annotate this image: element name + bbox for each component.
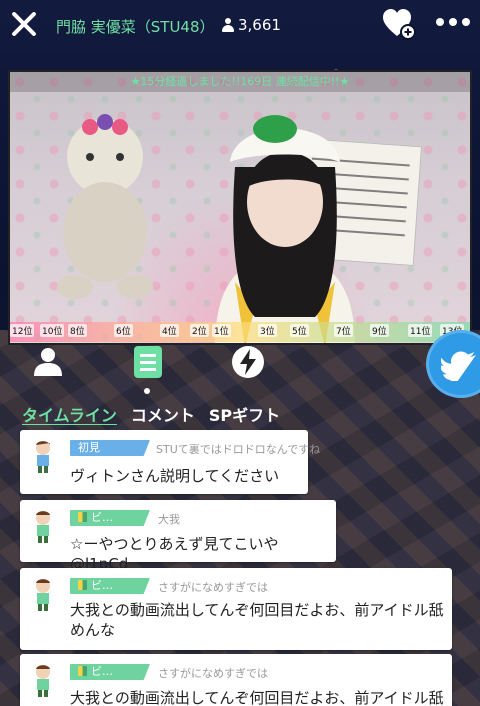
badge-label: ビ…: [91, 579, 113, 592]
rank-label: 9位: [370, 324, 389, 337]
comment-text: ヴィトンさん説明してください: [70, 467, 280, 485]
rank-label: 4位: [160, 324, 179, 337]
close-icon[interactable]: [10, 10, 38, 38]
rank-label: 1位: [212, 324, 231, 337]
rank-label: 2位: [190, 324, 209, 337]
badge-label: ビ…: [91, 665, 113, 678]
avatar: [36, 511, 50, 543]
beginner-leaf-icon: [78, 580, 87, 590]
comment-username: STUて裏ではドロドロなんですね: [156, 443, 321, 456]
rank-label: 5位: [290, 324, 309, 337]
avatar: [36, 665, 50, 697]
rank-label: 6位: [114, 324, 133, 337]
person-icon[interactable]: [30, 344, 66, 380]
comment-username: 大我: [158, 513, 180, 526]
rank-label: 12位: [10, 324, 35, 337]
beginner-leaf-icon: [78, 512, 87, 522]
comment-username: さすがになめすぎでは: [158, 667, 268, 680]
user-icon: [222, 18, 234, 32]
rank-label: 7位: [334, 324, 353, 337]
badge-label: 初見: [78, 441, 100, 454]
plush-toy: [57, 114, 153, 299]
viewer-count-value: 3,661: [238, 16, 281, 34]
twitter-icon: [441, 351, 476, 381]
badge-label: ビ…: [91, 511, 113, 524]
comment-text: 大我との動画流出してんぞ何回目だよお、前アイドル舐め: [70, 689, 445, 706]
comment-username: さすがになめすぎでは: [158, 581, 268, 594]
badge: ビ…: [70, 578, 150, 594]
comment-item[interactable]: 初見 STUて裏ではドロドロなんですね ヴィトンさん説明してください: [20, 430, 320, 494]
tab-icon-bar: [0, 340, 300, 385]
streamer: [215, 115, 355, 343]
badge: ビ…: [70, 510, 150, 526]
beginner-leaf-icon: [78, 666, 87, 676]
active-tab-indicator: [144, 388, 150, 394]
channel-name[interactable]: 門脇 実優菜（STU48）: [56, 16, 215, 37]
comment-item[interactable]: ビ… さすがになめすぎでは 大我との動画流出してんぞ何回目だよお、前アイドル舐め…: [20, 568, 452, 650]
tab-labels: タイムライン コメント SPギフト: [22, 402, 280, 425]
badge: ビ…: [70, 664, 150, 680]
lightning-gift-icon[interactable]: [230, 344, 266, 380]
comment-item[interactable]: ビ… 大我 ☆ーやつとりあえず見てこいや@l1pCd: [20, 500, 336, 573]
tab-timeline[interactable]: タイムライン: [22, 402, 117, 425]
tab-sp-gift[interactable]: SPギフト: [209, 402, 280, 425]
avatar: [36, 579, 50, 611]
rank-label: 11位: [408, 324, 433, 337]
broadcast-banner: ★15分経過しました!!169日 連続配信中!!★: [10, 72, 470, 92]
avatar: [36, 441, 50, 473]
heart-plus-icon[interactable]: [382, 8, 416, 40]
more-dots-icon[interactable]: [436, 12, 472, 32]
live-video[interactable]: ★15分経過しました!!169日 連続配信中!!★ 12位 10位 8位 6位 …: [8, 70, 472, 345]
comment-list-icon[interactable]: [130, 344, 166, 380]
viewer-count: 3,661: [222, 16, 281, 34]
tab-comments[interactable]: コメント: [131, 402, 195, 425]
header: 門脇 実優菜（STU48） 3,661: [0, 0, 480, 50]
rank-label: 10位: [40, 324, 65, 337]
rank-label: 3位: [258, 324, 277, 337]
rank-label: 8位: [68, 324, 87, 337]
comment-text: 大我との動画流出してんぞ何回目だよお、前アイドル舐めんな: [70, 601, 444, 639]
rank-row: 12位 10位 8位 6位 4位 2位 1位 3位 5位 7位 9位 11位 1…: [10, 322, 470, 342]
badge: 初見: [70, 440, 150, 456]
comment-item[interactable]: ビ… さすがになめすぎでは 大我との動画流出してんぞ何回目だよお、前アイドル舐め: [20, 654, 452, 706]
